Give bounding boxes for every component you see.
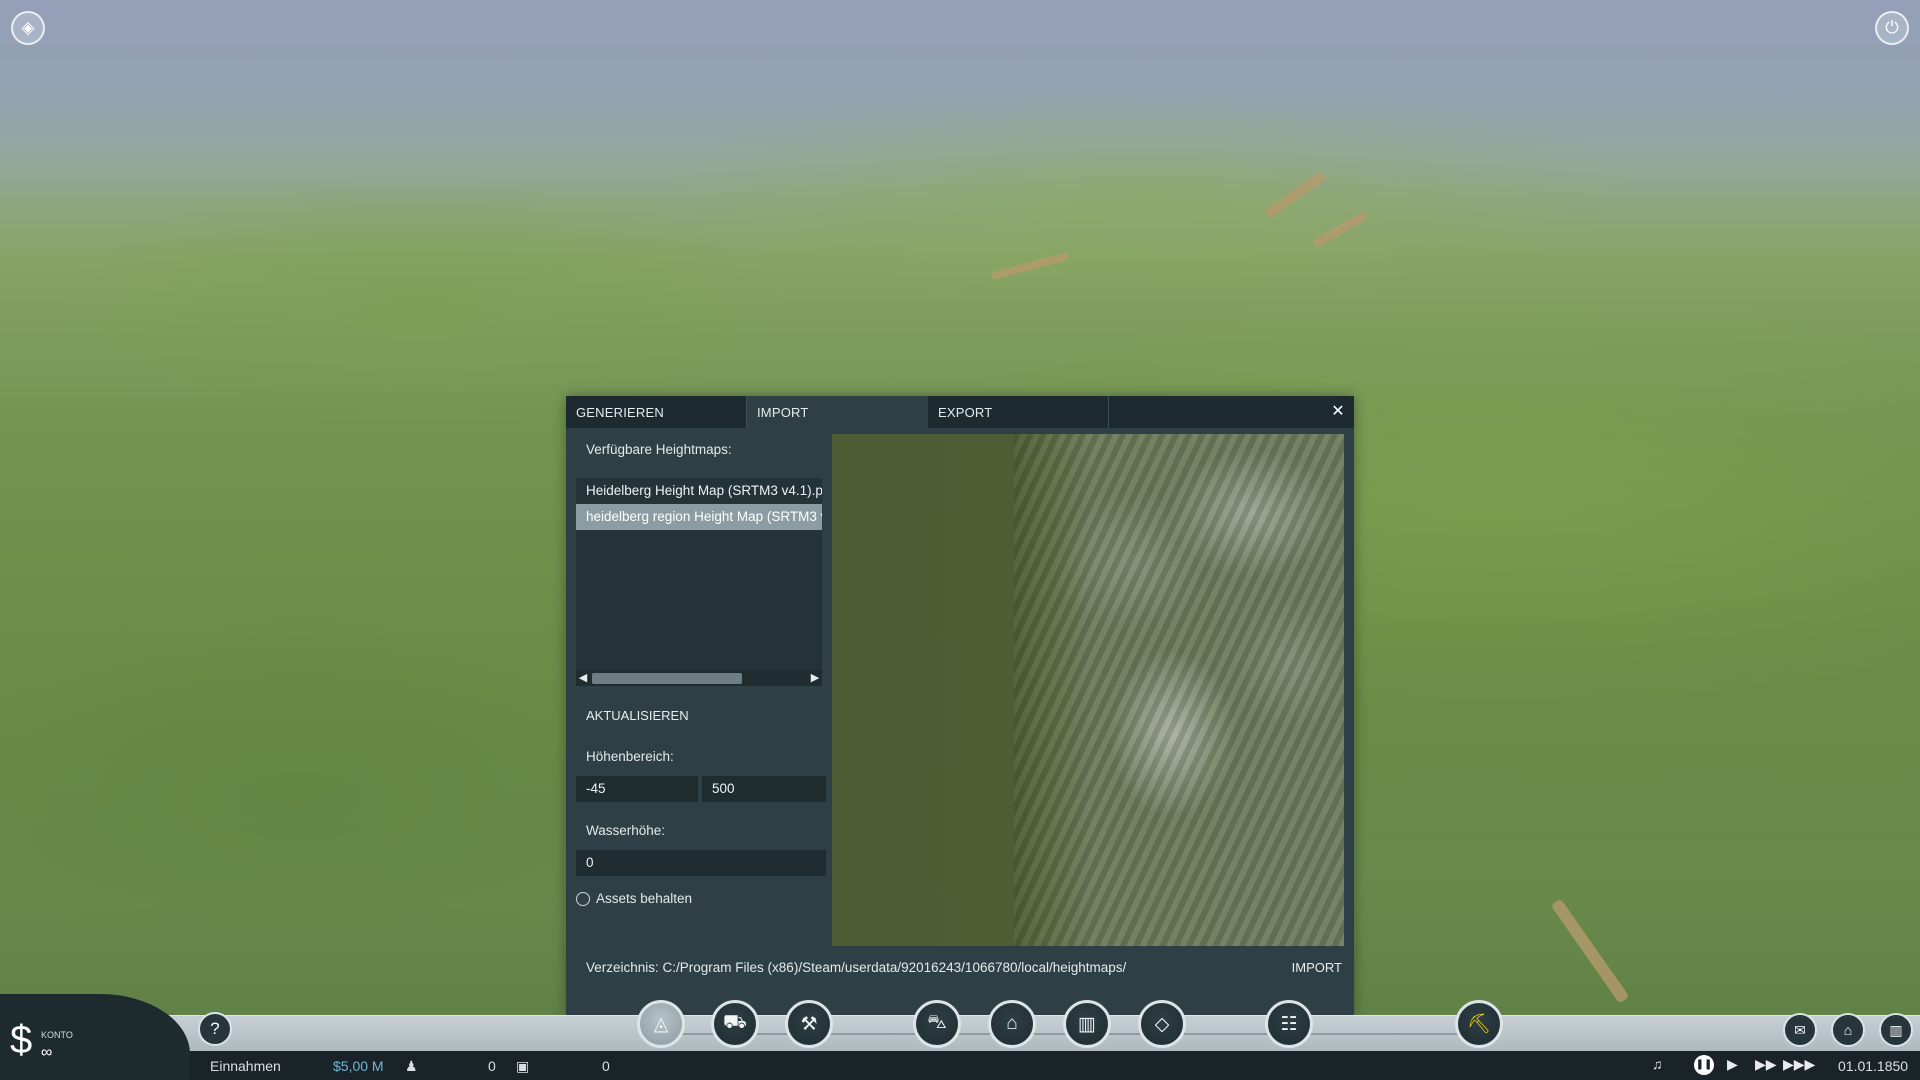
industry-icon: ▥ [1078, 1013, 1096, 1035]
vehicle-icon: ⛍ [927, 1012, 947, 1033]
heightmap-dialog: GENERIEREN IMPORT EXPORT ✕ Verfügbare He… [566, 396, 1354, 1016]
water-height-input[interactable]: 0 [576, 850, 826, 876]
close-icon: ✕ [1331, 403, 1345, 420]
refresh-button[interactable]: AKTUALISIEREN [586, 708, 689, 723]
height-max-input[interactable]: 500 [702, 776, 826, 802]
dialog-tab-bar: GENERIEREN IMPORT EXPORT ✕ [566, 396, 1354, 428]
industry-tool-button[interactable]: ▥ [1063, 1000, 1111, 1048]
landscape-tool-button[interactable]: ◇ [1138, 1000, 1186, 1048]
landscape-icon: ◇ [1154, 1013, 1170, 1035]
fastest-forward-icon[interactable]: ▶▶▶ [1783, 1056, 1815, 1073]
directory-path: Verzeichnis: C:/Program Files (x86)/Stea… [586, 960, 1127, 975]
road-tool-button[interactable]: ⛟ [711, 1000, 759, 1048]
game-date: 01.01.1850 [1838, 1058, 1909, 1074]
keep-assets-label[interactable]: Assets behalten [596, 891, 692, 906]
list-item[interactable]: Heidelberg Height Map (SRTM3 v4.1).png [576, 478, 822, 504]
income-label: Einnahmen [210, 1058, 281, 1074]
rail-icon: ⚒ [800, 1013, 818, 1035]
pause-icon[interactable]: ❚❚ [1694, 1055, 1714, 1075]
import-button[interactable]: IMPORT [1292, 960, 1342, 975]
layers-button[interactable]: ◈ [11, 11, 45, 45]
preview-terrain-shading [1014, 434, 1344, 946]
scroll-left-icon[interactable]: ◀ [576, 670, 590, 686]
fast-forward-icon[interactable]: ▶▶ [1755, 1056, 1777, 1073]
list-horizontal-scrollbar[interactable]: ◀ ▶ [576, 670, 822, 686]
question-icon: ? [210, 1019, 220, 1038]
sky-fog [0, 0, 1920, 200]
companies-button[interactable]: ▥ [1879, 1013, 1913, 1047]
bulldozer-icon: ⛏ [1466, 1014, 1492, 1035]
rail-tool-button[interactable]: ⚒ [785, 1000, 833, 1048]
scroll-right-icon[interactable]: ▶ [808, 670, 822, 686]
help-button[interactable]: ? [198, 1012, 232, 1046]
height-min-input[interactable]: -45 [576, 776, 698, 802]
scrollbar-thumb[interactable] [592, 673, 742, 684]
tab-export[interactable]: EXPORT [928, 396, 1109, 428]
currency-symbol: $ [10, 1018, 33, 1062]
toolbar-connector [660, 1033, 1460, 1035]
keep-assets-checkbox[interactable] [576, 892, 590, 906]
heightmap-list[interactable]: Heidelberg Height Map (SRTM3 v4.1).png h… [576, 478, 822, 686]
chat-icon: ✉ [1794, 1021, 1806, 1038]
power-button[interactable]: ⏻ [1875, 11, 1909, 45]
terrain-icon: ◬ [653, 1013, 669, 1035]
cargo-icon: ▣ [516, 1058, 530, 1074]
height-range-label: Höhenbereich: [586, 749, 674, 764]
status-bar [0, 1051, 1920, 1080]
passenger-icon: ♟ [405, 1058, 418, 1074]
account-value: ∞ [41, 1044, 53, 1061]
sliders-icon: ☷ [1280, 1013, 1298, 1035]
factory-icon: ▥ [1889, 1021, 1903, 1038]
town-icon: ⌂ [1006, 1013, 1018, 1034]
tab-generate[interactable]: GENERIEREN [566, 396, 747, 428]
tab-import[interactable]: IMPORT [747, 396, 928, 428]
road-icon: ⛟ [723, 1012, 747, 1033]
cities-button[interactable]: ⌂ [1831, 1013, 1865, 1047]
messages-button[interactable]: ✉ [1783, 1013, 1817, 1047]
income-value: $5,00 M [333, 1058, 384, 1074]
close-button[interactable]: ✕ [1322, 396, 1354, 428]
play-icon[interactable]: ▶ [1727, 1056, 1738, 1073]
cargo-value: 0 [602, 1058, 610, 1074]
settings-tool-button[interactable]: ☷ [1265, 1000, 1313, 1048]
bulldozer-button[interactable]: ⛏ [1455, 1000, 1503, 1048]
vehicle-tool-button[interactable]: ⛍ [913, 1000, 961, 1048]
city-icon: ⌂ [1843, 1022, 1853, 1038]
town-tool-button[interactable]: ⌂ [988, 1000, 1036, 1048]
terrain-tool-button[interactable]: ◬ [637, 1000, 685, 1048]
heightmap-preview [832, 434, 1344, 946]
water-height-label: Wasserhöhe: [586, 823, 666, 838]
layers-icon: ◈ [21, 18, 35, 37]
power-icon: ⏻ [1885, 18, 1899, 37]
list-item-selected[interactable]: heidelberg region Height Map (SRTM3 v4.1… [576, 504, 822, 530]
music-icon[interactable]: ♫ [1652, 1056, 1663, 1072]
passengers-value: 0 [488, 1058, 496, 1074]
available-heightmaps-label: Verfügbare Heightmaps: [586, 442, 732, 457]
account-label: KONTO [41, 1030, 73, 1040]
